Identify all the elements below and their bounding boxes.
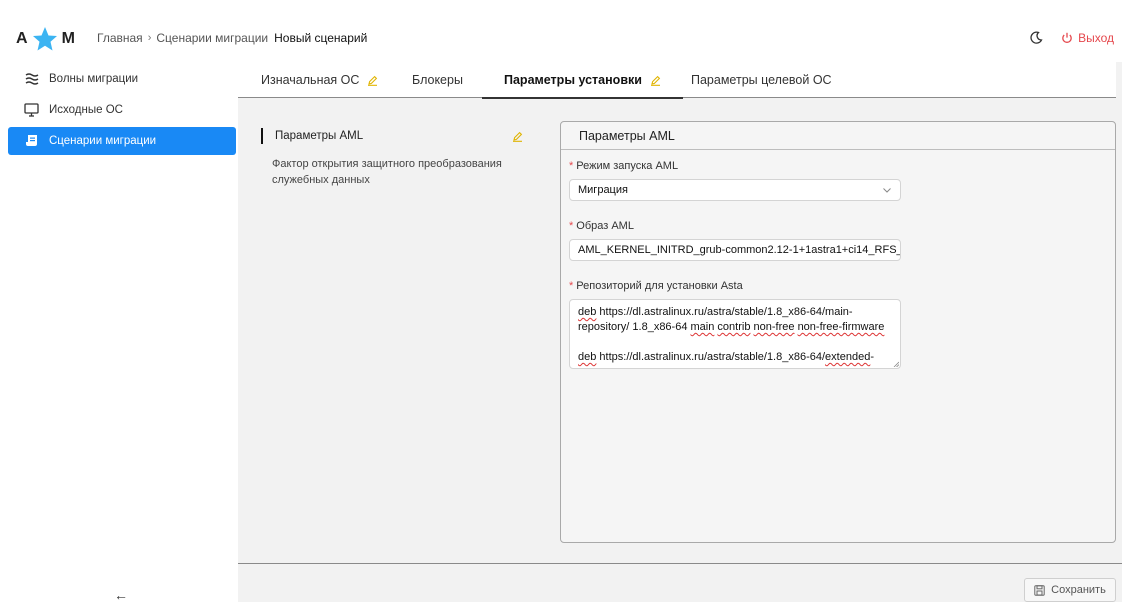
monitor-icon [24,103,39,118]
breadcrumb-separator: › [147,32,152,44]
breadcrumb-home[interactable]: Главная [97,31,143,45]
app-logo[interactable]: A M [16,26,75,52]
tab-label: Изначальная ОС [261,73,360,87]
aml-params-panel: Параметры AML * Режим запуска AML Миграци… [560,121,1116,543]
chevron-down-icon [883,188,891,193]
launch-mode-select[interactable]: Миграция [569,179,901,201]
tab-label: Параметры целевой ОС [691,73,832,87]
required-marker: * [569,280,574,292]
tab-bar: Изначальная ОС Блокеры Параметры установ… [238,62,1116,99]
breadcrumb-current: Новый сценарий [274,31,368,45]
scroll-icon [24,134,39,149]
active-indicator [261,128,263,144]
logout-button[interactable]: Выход [1061,31,1114,45]
power-icon [1062,32,1072,43]
save-button[interactable]: Сохранить [1024,578,1116,602]
sublist-description: Фактор открытия защитного преобразования… [272,158,502,186]
logo-letter-a: A [16,30,28,47]
logo-letter-m: M [61,30,75,47]
sidebar-item-label: Исходные ОС [49,104,123,116]
star-icon [32,27,57,51]
required-marker: * [569,160,574,172]
launch-mode-value: Миграция [578,184,628,196]
app-header: A M Главная › Сценарии миграции Новый сц… [0,0,1122,62]
pencil-icon [368,75,378,86]
floppy-icon [1034,584,1045,596]
image-label: * Образ AML [569,220,634,232]
tab-blockers[interactable]: Блокеры [412,62,463,98]
breadcrumb: Главная › Сценарии миграции Новый сценар… [97,31,367,45]
tab-initial-os[interactable]: Изначальная ОС [261,62,378,98]
footer-divider [238,563,1122,564]
logout-label: Выход [1078,31,1114,45]
tab-label: Блокеры [412,73,463,87]
required-marker: * [569,220,574,232]
sublist-item-aml-params[interactable]: Параметры AML [261,126,523,146]
waves-icon [24,72,39,87]
save-label: Сохранить [1051,584,1106,596]
arrow-left-icon[interactable]: ← [114,587,128,602]
sidebar-item-label: Волны миграции [49,73,139,85]
breadcrumb-scenarios[interactable]: Сценарии миграции [156,31,268,45]
pencil-icon [513,131,523,142]
moon-icon[interactable] [1029,31,1043,45]
sublist-item-label: Параметры AML [275,130,364,142]
pencil-icon [650,75,661,86]
repo-label: * Репозиторий для установки Asta [569,280,743,292]
sidebar-item-label: Сценарии миграции [49,135,157,147]
sidebar-item-waves[interactable]: Волны миграции [8,65,236,93]
sidebar-item-source-os[interactable]: Исходные ОС [8,96,236,124]
sidebar-item-scenarios[interactable]: Сценарии миграции [8,127,236,155]
launch-mode-label: * Режим запуска AML [569,160,679,172]
tab-label: Параметры установки [504,73,642,87]
repo-textarea[interactable]: deb https://dl.astralinux.ru/astra/stabl… [569,299,901,369]
tab-target-os[interactable]: Параметры целевой ОС [691,62,832,98]
tab-install-params[interactable]: Параметры установки [482,62,683,99]
resize-handle-icon[interactable] [893,361,899,367]
image-input[interactable]: AML_KERNEL_INITRD_grub-common2.12-1+1ast… [569,239,901,261]
panel-title: Параметры AML [561,122,1115,150]
